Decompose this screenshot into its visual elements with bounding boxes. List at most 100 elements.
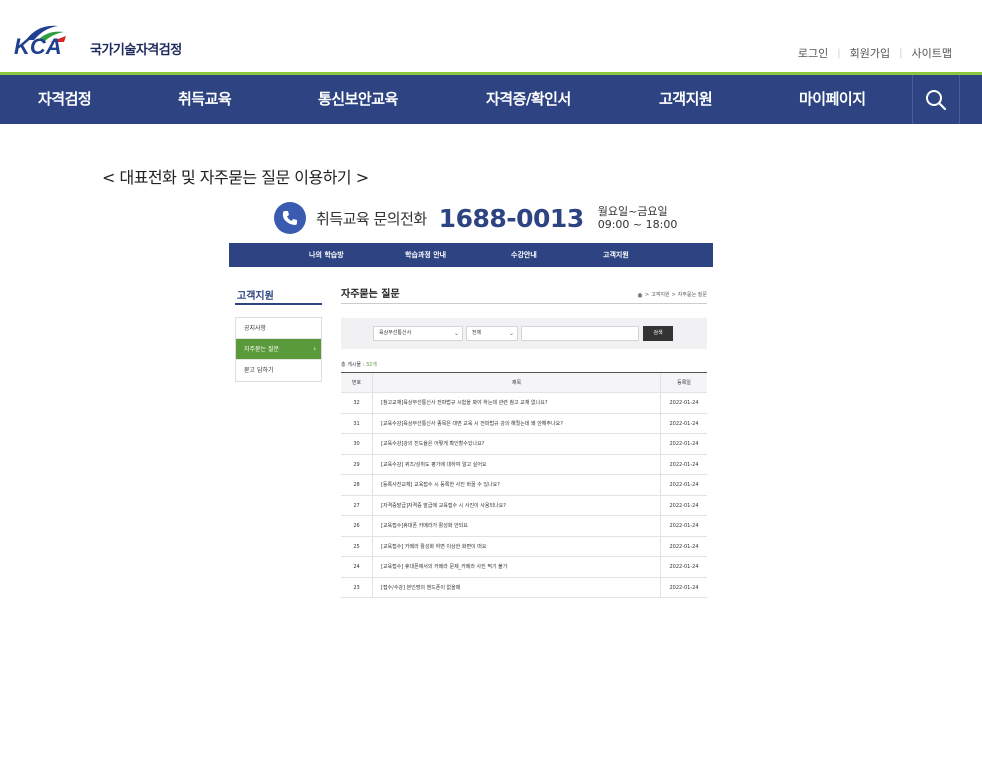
faq-table: 번호 제목 등록일 32 [참고교재]육상무선통신사 전파법규 시험을 봐야 하… [341,372,707,598]
breadcrumb-item[interactable]: 고객지원 [651,291,669,298]
call-info: 취득교육 문의전화 1688-0013 월요일~금요일 09:00 ~ 18:0… [274,200,677,236]
page-heading: < 대표전화 및 자주묻는 질문 이용하기 > [102,168,369,187]
home-icon[interactable] [637,292,643,298]
table-row[interactable]: 24 [교육접수] 휴대폰에서의 카메라 문제_카메라 사진 찍기 불가 202… [341,557,707,578]
row-number: 25 [341,536,373,556]
nav-item-acquisition-education[interactable]: 취득교육 [178,75,232,124]
row-title[interactable]: [자격증발급]자격증 발급에 교육접수 시 사진이 사용되나요? [373,495,661,515]
row-title[interactable]: [교육수강]육상무선통신사 종목은 대면 교육 시 전파법규 강의 해줬는데 왜… [373,413,661,433]
nav-item-certificates[interactable]: 자격증/확인서 [486,75,571,124]
side-menu-label: 자주묻는 질문 [244,346,280,353]
row-date: 2022-01-24 [669,543,699,550]
kca-logo[interactable]: KCA 국가기술자격검정 [14,22,182,60]
row-title[interactable]: [교육접수] 휴대폰에서의 카메라 문제_카메라 사진 찍기 불가 [373,557,661,577]
row-number: 32 [341,393,373,413]
main-nav: 자격검정 취득교육 통신보안교육 자격증/확인서 고객지원 마이페이지 [0,75,982,124]
col-date-header: 등록일 [677,380,691,386]
sitemap-link[interactable]: 사이트맵 [912,45,952,61]
signup-link[interactable]: 회원가입 [850,45,890,61]
scope-select-value: 전체 [472,330,482,336]
phone-icon [274,202,306,234]
call-number: 1688-0013 [438,203,585,233]
sub-nav: 나의 학습방 학습과정 안내 수강안내 고객지원 [229,243,713,267]
row-date: 2022-01-24 [669,400,699,406]
row-number: 23 [341,577,373,597]
search-icon [926,89,947,110]
row-title[interactable]: [교육수강]강의 진도율은 어떻게 확인할수있나요? [373,434,661,454]
row-title[interactable]: [교육수강] 퀴즈/성취도 평가에 대하여 알고 싶어요 [373,454,661,474]
total-label: 총 게시물 : [341,362,366,368]
breadcrumb-sep: > [671,291,676,298]
login-link[interactable]: 로그인 [798,45,828,61]
table-row[interactable]: 25 [교육접수] 카메라 활성화 하면 이상한 화면이 떠요 2022-01-… [341,536,707,557]
table-row[interactable]: 23 [접수/수강] 본인명의 핸드폰이 없을때 2022-01-24 [341,577,707,598]
row-date: 2022-01-24 [669,441,699,447]
search-input[interactable] [521,326,639,341]
row-date: 2022-01-24 [669,584,699,591]
row-date: 2022-01-24 [669,502,699,509]
utility-links: 로그인 | 회원가입 | 사이트맵 [798,45,952,61]
category-select[interactable]: 육상무선통신사 ⌄ [373,326,463,341]
sub-nav-enrollment-guide[interactable]: 수강안내 [511,243,537,267]
row-date: 2022-01-24 [669,420,699,427]
row-date: 2022-01-24 [669,523,699,529]
divider [235,303,322,305]
row-number: 29 [341,454,373,474]
divider [341,303,707,304]
call-label: 취득교육 문의전화 [316,209,427,228]
row-title[interactable]: [등록사진교체] 교육접수 시 등록한 사진 바꿀 수 있나요? [373,475,661,495]
side-menu-qna[interactable]: 묻고 답하기 [236,360,321,381]
row-date: 2022-01-24 [669,482,699,488]
sub-nav-my-learning[interactable]: 나의 학습방 [309,243,344,267]
col-number-header: 번호 [341,373,373,392]
nav-item-security-education[interactable]: 통신보안교육 [318,75,398,124]
row-number: 26 [341,516,373,536]
table-header: 번호 제목 등록일 [341,373,707,393]
row-title[interactable]: [접수/수강] 본인명의 핸드폰이 없을때 [373,577,661,597]
scope-select[interactable]: 전체 ⌄ [466,326,518,341]
table-row[interactable]: 30 [교육수강]강의 진도율은 어떻게 확인할수있나요? 2022-01-24 [341,434,707,455]
row-title[interactable]: [교육접수] 카메라 활성화 하면 이상한 화면이 떠요 [373,536,661,556]
chevron-right-icon: › [313,345,316,353]
total-count: 총 게시물 : 32개 [341,361,377,368]
nav-item-customer-support[interactable]: 고객지원 [659,75,713,124]
table-row[interactable]: 28 [등록사진교체] 교육접수 시 등록한 사진 바꿀 수 있나요? 2022… [341,475,707,496]
logo-text: 국가기술자격검정 [90,43,182,58]
category-select-value: 육상무선통신사 [379,330,412,336]
call-hours-days: 월요일~금요일 [597,205,668,218]
row-date: 2022-01-24 [669,564,699,570]
row-date: 2022-01-24 [669,461,699,468]
row-title[interactable]: [참고교재]육상무선통신사 전파법규 시험을 봐야 하는데 관련 참고 교재 없… [373,393,661,413]
row-number: 28 [341,475,373,495]
divider: | [837,47,841,59]
col-title-header: 제목 [373,373,661,392]
sub-nav-course-guide[interactable]: 학습과정 안내 [405,243,446,267]
total-value: 32개 [365,362,377,368]
page-title: 자주묻는 질문 [341,289,400,300]
chevron-down-icon: ⌄ [453,330,459,337]
nav-item-mypage[interactable]: 마이페이지 [799,75,866,124]
table-row[interactable]: 29 [교육수강] 퀴즈/성취도 평가에 대하여 알고 싶어요 2022-01-… [341,454,707,475]
nav-item-certification-exam[interactable]: 자격검정 [38,75,92,124]
row-number: 30 [341,434,373,454]
side-menu-faq[interactable]: 자주묻는 질문 › [236,339,321,360]
row-number: 24 [341,557,373,577]
sub-nav-customer-support[interactable]: 고객지원 [603,243,629,267]
faq-screenshot: 나의 학습방 학습과정 안내 수강안내 고객지원 고객지원 공지사항 자주묻는 … [229,243,713,599]
table-row[interactable]: 32 [참고교재]육상무선통신사 전파법규 시험을 봐야 하는데 관련 참고 교… [341,393,707,414]
table-row[interactable]: 27 [자격증발급]자격증 발급에 교육접수 시 사진이 사용되나요? 2022… [341,495,707,516]
chevron-down-icon: ⌄ [508,330,514,337]
row-title[interactable]: [교육접수]휴대폰 카메라가 활성화 안되요 [373,516,661,536]
side-title: 고객지원 [237,291,274,302]
side-menu: 공지사항 자주묻는 질문 › 묻고 답하기 [235,317,322,382]
call-hours: 월요일~금요일 09:00 ~ 18:00 [598,205,678,231]
search-submit-button[interactable]: 검색 [643,326,673,341]
logo-letters: KCA [14,34,62,59]
side-menu-notice[interactable]: 공지사항 [236,318,321,339]
row-number: 31 [341,413,373,433]
table-row[interactable]: 31 [교육수강]육상무선통신사 종목은 대면 교육 시 전파법규 강의 해줬는… [341,413,707,434]
table-row[interactable]: 26 [교육접수]휴대폰 카메라가 활성화 안되요 2022-01-24 [341,516,707,537]
search-button[interactable] [912,75,960,124]
breadcrumb-item-current: 자주묻는 질문 [677,292,707,298]
logo-mark: KCA [14,22,86,60]
